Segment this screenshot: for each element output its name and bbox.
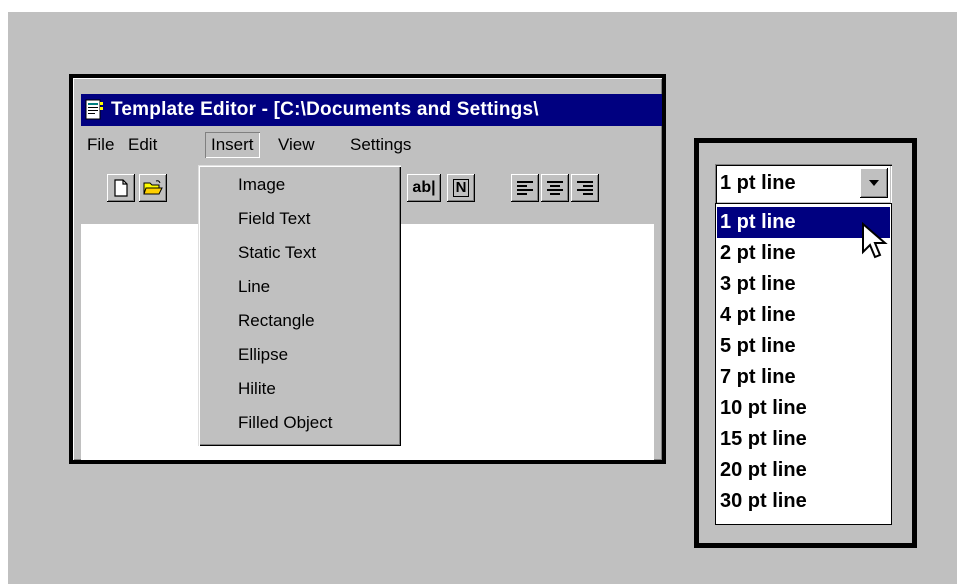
insert-menu-item-hilite[interactable]: Hilite [238,372,276,406]
menu-insert[interactable]: Insert [205,132,260,158]
line-width-combo[interactable]: 1 pt line [715,164,892,204]
field-text-tool-label: ab| [412,179,436,196]
insert-menu-item-filled-object[interactable]: Filled Object [238,406,332,440]
align-right-icon [577,181,593,195]
align-right-button[interactable] [571,174,599,202]
window-title: Template Editor - [C:\Documents and Sett… [111,99,539,120]
line-width-option[interactable]: 3 pt line [717,269,890,300]
title-bar[interactable]: Template Editor - [C:\Documents and Sett… [81,94,662,126]
align-left-icon [517,181,533,195]
chevron-down-icon [869,180,879,186]
line-width-option[interactable]: 7 pt line [717,362,890,393]
insert-menu: Image Field Text Static Text Line Rectan… [198,165,401,446]
line-width-selected-value: 1 pt line [720,172,796,194]
open-folder-button[interactable] [139,174,167,202]
open-folder-icon [143,180,163,195]
insert-menu-item-line[interactable]: Line [238,270,270,304]
menu-bar: File Edit Insert View Settings [81,130,662,162]
n-tool-label: N [452,179,470,197]
mouse-pointer-icon [862,222,888,259]
insert-menu-item-rectangle[interactable]: Rectangle [238,304,315,338]
app-icon [85,99,103,120]
menu-file[interactable]: File [81,132,120,158]
align-center-icon [547,181,563,195]
insert-menu-item-image[interactable]: Image [238,168,285,202]
line-width-option[interactable]: 30 pt line [717,486,890,517]
line-width-option[interactable]: 20 pt line [717,455,890,486]
align-left-button[interactable] [511,174,539,202]
menu-settings[interactable]: Settings [344,132,417,158]
line-width-option[interactable]: 10 pt line [717,393,890,424]
menu-view[interactable]: View [272,132,321,158]
n-tool-button[interactable]: N [447,174,475,202]
combo-dropdown-button[interactable] [860,168,888,198]
screenshot-canvas: Template Editor - [C:\Documents and Sett… [8,12,957,584]
new-document-button[interactable] [107,174,135,202]
align-center-button[interactable] [541,174,569,202]
field-text-tool-button[interactable]: ab| [407,174,441,202]
menu-edit[interactable]: Edit [122,132,163,158]
new-document-icon [114,179,128,197]
line-width-option[interactable]: 5 pt line [717,331,890,362]
line-width-option[interactable]: 4 pt line [717,300,890,331]
insert-menu-item-ellipse[interactable]: Ellipse [238,338,288,372]
insert-menu-item-field-text[interactable]: Field Text [238,202,310,236]
insert-menu-item-static-text[interactable]: Static Text [238,236,316,270]
line-width-option[interactable]: 15 pt line [717,424,890,455]
